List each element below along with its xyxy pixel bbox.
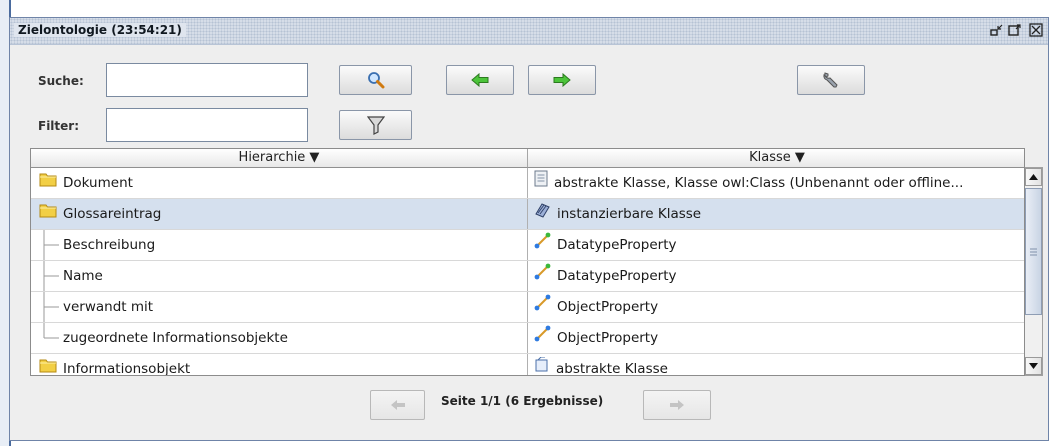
hierarchy-cell: Dokument bbox=[31, 168, 528, 198]
search-label: Suche: bbox=[38, 74, 84, 88]
filter-input[interactable] bbox=[106, 108, 308, 142]
table-row[interactable]: Glossareintrag instanzierbare Klasse bbox=[31, 199, 1024, 230]
scroll-thumb[interactable] bbox=[1025, 188, 1042, 315]
table-row[interactable]: Beschreibung DatatypeProperty bbox=[31, 230, 1024, 261]
vertical-scrollbar[interactable] bbox=[1025, 167, 1043, 376]
class-label: DatatypeProperty bbox=[557, 268, 677, 284]
column-header-klasse[interactable]: Klasse ▼ bbox=[528, 149, 1024, 168]
hierarchy-label: Glossareintrag bbox=[63, 206, 162, 222]
class-cell: ObjectProperty bbox=[528, 292, 1024, 322]
hierarchy-label: verwandt mit bbox=[63, 299, 154, 315]
document-icon bbox=[534, 168, 548, 198]
class-cell: abstrakte Klasse, Klasse owl:Class (Unbe… bbox=[528, 168, 1024, 198]
arrow-left-icon bbox=[471, 73, 489, 87]
table-row[interactable]: Informationsobjekt abstrakte Klasse bbox=[31, 354, 1024, 376]
hierarchy-label: Informationsobjekt bbox=[63, 361, 191, 376]
hierarchy-label: Beschreibung bbox=[63, 237, 156, 253]
class-label: instanzierbare Klasse bbox=[557, 206, 702, 222]
datatype-property-icon bbox=[534, 230, 551, 260]
folder-icon bbox=[39, 168, 57, 198]
hierarchy-cell: verwandt mit bbox=[31, 292, 528, 322]
table-row[interactable]: Dokument abstrakte Klasse, Klasse owl:Cla… bbox=[31, 168, 1024, 199]
forward-button[interactable] bbox=[528, 65, 596, 95]
minimize-icon[interactable] bbox=[989, 22, 1005, 38]
class-label: ObjectProperty bbox=[557, 330, 659, 346]
class-cell: abstrakte Klasse bbox=[528, 354, 1024, 376]
class-cell: DatatypeProperty bbox=[528, 230, 1024, 260]
folder-icon bbox=[39, 354, 57, 375]
hierarchy-label: Dokument bbox=[63, 175, 133, 191]
tree-line bbox=[39, 230, 63, 260]
back-button[interactable] bbox=[446, 65, 514, 95]
filter-label: Filter: bbox=[38, 119, 80, 133]
table-header: Hierarchie ▼ Klasse ▼ bbox=[31, 149, 1024, 168]
hierarchy-cell: Name bbox=[31, 261, 528, 291]
prev-page-button[interactable] bbox=[370, 390, 425, 420]
results-table: Hierarchie ▼ Klasse ▼ Dokument abstrakte … bbox=[30, 148, 1025, 376]
table-row[interactable]: verwandt mit ObjectProperty bbox=[31, 292, 1024, 323]
class-label: ObjectProperty bbox=[557, 299, 659, 315]
search-button[interactable] bbox=[339, 65, 412, 95]
tree-line bbox=[39, 292, 63, 322]
tree-line bbox=[39, 323, 63, 353]
scroll-up-icon[interactable] bbox=[1025, 168, 1042, 186]
hierarchy-cell: Glossareintrag bbox=[31, 199, 528, 229]
datatype-property-icon bbox=[534, 261, 551, 291]
filter-button[interactable] bbox=[339, 110, 412, 140]
class-cell: instanzierbare Klasse bbox=[528, 199, 1024, 229]
abstract-class-icon bbox=[534, 354, 550, 375]
object-property-icon bbox=[534, 323, 551, 353]
page-status: Seite 1/1 (6 Ergebnisse) bbox=[441, 394, 604, 408]
table-row[interactable]: Name DatatypeProperty bbox=[31, 261, 1024, 292]
window-title: Zielontologie (23:54:21) bbox=[14, 23, 186, 37]
search-input[interactable] bbox=[106, 63, 308, 97]
hierarchy-label: Name bbox=[63, 268, 103, 284]
folder-icon bbox=[39, 199, 57, 229]
class-label: abstrakte Klasse bbox=[556, 361, 668, 376]
column-header-hierarchie[interactable]: Hierarchie ▼ bbox=[31, 149, 528, 168]
hierarchy-cell: Informationsobjekt bbox=[31, 354, 528, 376]
scroll-down-icon[interactable] bbox=[1025, 357, 1042, 375]
pencil-book-icon bbox=[534, 199, 551, 229]
arrow-right-icon bbox=[553, 73, 571, 87]
object-property-icon bbox=[534, 292, 551, 322]
background-strip bbox=[0, 0, 9, 446]
hierarchy-cell: zugeordnete Informationsobjekte bbox=[31, 323, 528, 353]
table-body: Dokument abstrakte Klasse, Klasse owl:Cla… bbox=[31, 168, 1024, 376]
table-row[interactable]: zugeordnete Informationsobjekte ObjectPro… bbox=[31, 323, 1024, 354]
funnel-icon bbox=[366, 116, 385, 135]
title-bar[interactable]: Zielontologie (23:54:21) bbox=[10, 18, 1048, 45]
class-label: abstrakte Klasse, Klasse owl:Class (Unbe… bbox=[554, 175, 964, 191]
maximize-icon[interactable] bbox=[1007, 22, 1023, 38]
arrow-left-icon bbox=[390, 400, 405, 410]
close-icon[interactable] bbox=[1028, 22, 1044, 38]
settings-button[interactable] bbox=[797, 65, 865, 95]
tree-line bbox=[39, 261, 63, 291]
wrench-icon bbox=[823, 72, 838, 88]
search-icon bbox=[367, 72, 384, 89]
internal-frame: Zielontologie (23:54:21) Suche: Filter: … bbox=[9, 17, 1049, 441]
class-label: DatatypeProperty bbox=[557, 237, 677, 253]
next-page-button[interactable] bbox=[643, 390, 711, 420]
class-cell: ObjectProperty bbox=[528, 323, 1024, 353]
hierarchy-label: zugeordnete Informationsobjekte bbox=[63, 330, 288, 346]
class-cell: DatatypeProperty bbox=[528, 261, 1024, 291]
arrow-right-icon bbox=[670, 400, 684, 410]
hierarchy-cell: Beschreibung bbox=[31, 230, 528, 260]
